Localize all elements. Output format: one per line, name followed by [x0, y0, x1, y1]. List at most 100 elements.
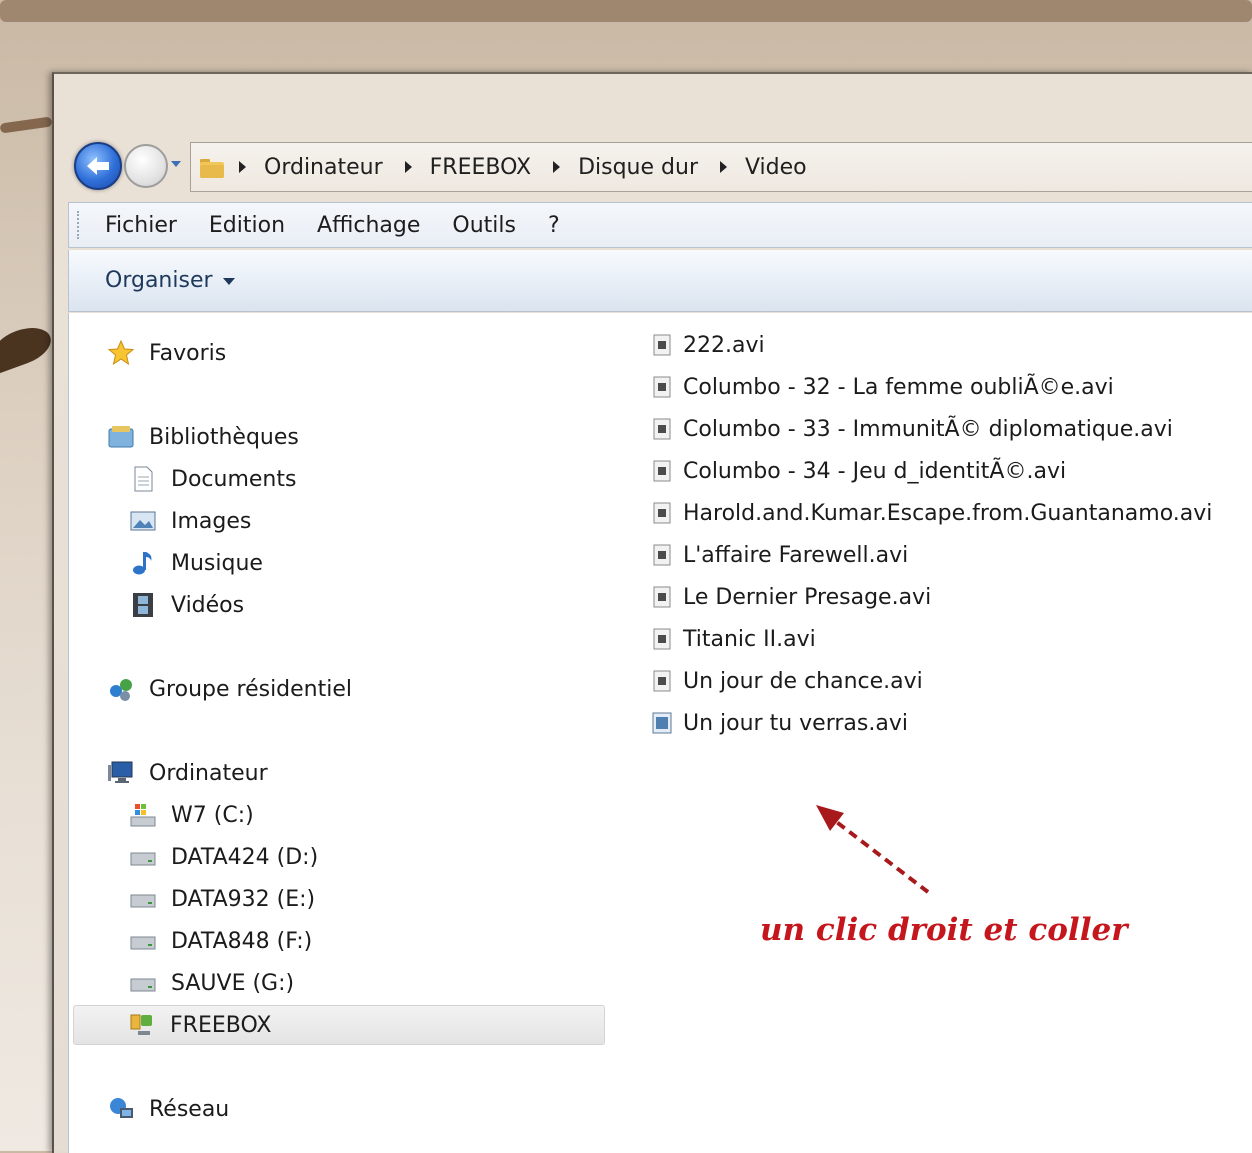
video-file-icon [653, 460, 671, 482]
hard-drive-icon [130, 894, 156, 908]
menu-grip [77, 211, 83, 239]
menu-affichage[interactable]: Affichage [317, 213, 420, 238]
nav-label: Bibliothèques [149, 424, 299, 450]
explorer-window: Ordinateur FREEBOX Disque dur Video Fich… [52, 72, 1252, 1153]
file-name: Un jour tu verras.avi [683, 710, 908, 736]
breadcrumb-label[interactable]: FREEBOX [430, 155, 531, 180]
file-item[interactable]: Un jour tu verras.avi [651, 703, 908, 743]
nav-drive-f[interactable]: DATA848 (F:) [129, 921, 312, 961]
nav-images[interactable]: Images [129, 501, 251, 541]
video-file-icon [653, 544, 671, 566]
nav-videos[interactable]: Vidéos [129, 585, 244, 625]
back-button[interactable] [74, 142, 122, 190]
menu-help[interactable]: ? [548, 213, 560, 238]
nav-label: Favoris [149, 340, 227, 366]
breadcrumb-arrow-icon[interactable] [553, 161, 561, 173]
video-file-icon [653, 628, 671, 650]
organize-label: Organiser [105, 268, 213, 293]
nav-computer[interactable]: Ordinateur [107, 753, 268, 793]
nav-label: Documents [171, 466, 297, 492]
nav-drive-g[interactable]: SAUVE (G:) [129, 963, 294, 1003]
breadcrumb-label[interactable]: Disque dur [578, 155, 698, 180]
network-icon [110, 1098, 133, 1118]
video-file-icon [653, 586, 671, 608]
nav-label: Images [171, 508, 252, 534]
history-dropdown-icon[interactable] [168, 156, 184, 172]
file-list-pane[interactable]: 222.avi Columbo - 32 - La femme oubliÃ©e… [611, 313, 1252, 1153]
breadcrumb-arrow-icon[interactable] [719, 161, 727, 173]
nav-label: SAUVE (G:) [171, 970, 295, 996]
nav-libraries[interactable]: Bibliothèques [107, 417, 299, 457]
breadcrumb-label[interactable]: Ordinateur [264, 155, 383, 180]
file-name: Columbo - 32 - La femme oubliÃ©e.avi [683, 374, 1114, 400]
computer-icon [108, 761, 133, 783]
file-name: Harold.and.Kumar.Escape.from.Guantanamo.… [683, 500, 1213, 526]
nav-homegroup[interactable]: Groupe résidentiel [107, 669, 352, 709]
network-drive-icon [130, 1014, 152, 1035]
music-note-icon [133, 552, 152, 575]
nav-favorites[interactable]: Favoris [107, 333, 226, 373]
arrow-left-icon [87, 157, 109, 175]
libraries-icon [108, 426, 134, 448]
file-name: L'affaire Farewell.avi [683, 542, 909, 568]
breadcrumb-item[interactable]: FREEBOX [383, 155, 531, 180]
file-item[interactable]: Columbo - 33 - ImmunitÃ© diplomatique.av… [651, 409, 1173, 449]
homegroup-icon [110, 679, 132, 701]
menu-edition[interactable]: Edition [209, 213, 285, 238]
document-icon [134, 466, 153, 492]
annotation-caption: un clic droit et coller [760, 912, 1128, 948]
nav-documents[interactable]: Documents [129, 459, 296, 499]
nav-label: DATA424 (D:) [171, 844, 319, 870]
nav-label: Musique [171, 550, 263, 576]
file-item[interactable]: Le Dernier Presage.avi [651, 577, 931, 617]
address-bar[interactable]: Ordinateur FREEBOX Disque dur Video [190, 142, 1252, 192]
menu-bar: Fichier Edition Affichage Outils ? [68, 202, 1252, 248]
video-file-icon [653, 418, 671, 440]
folder-icon [200, 159, 224, 178]
file-name: Columbo - 34 - Jeu d_identitÃ©.avi [683, 458, 1067, 484]
file-item[interactable]: Columbo - 34 - Jeu d_identitÃ©.avi [651, 451, 1066, 491]
breadcrumb-item[interactable]: Ordinateur [239, 155, 383, 180]
breadcrumb-item[interactable]: Video [698, 155, 807, 180]
organize-button[interactable]: Organiser [105, 268, 235, 293]
picture-icon [130, 511, 156, 531]
file-item[interactable]: 222.avi [651, 325, 765, 365]
menu-outils[interactable]: Outils [452, 213, 516, 238]
breadcrumb-label[interactable]: Video [745, 155, 807, 180]
nav-drive-c[interactable]: W7 (C:) [129, 795, 254, 835]
file-item[interactable]: Un jour de chance.avi [651, 661, 923, 701]
nav-network[interactable]: Réseau [107, 1089, 229, 1129]
wallpaper-branch [0, 0, 1252, 22]
file-name: Un jour de chance.avi [683, 668, 923, 694]
media-file-icon [652, 712, 672, 734]
breadcrumb-arrow-icon[interactable] [404, 161, 412, 173]
wallpaper-branch [0, 116, 53, 134]
file-item[interactable]: L'affaire Farewell.avi [651, 535, 908, 575]
nav-label: Réseau [149, 1096, 230, 1122]
nav-label: Groupe résidentiel [149, 676, 353, 702]
wallpaper-leaf [0, 320, 57, 374]
file-name: 222.avi [683, 332, 765, 358]
menu-fichier[interactable]: Fichier [105, 213, 177, 238]
file-item[interactable]: Columbo - 32 - La femme oubliÃ©e.avi [651, 367, 1114, 407]
file-item[interactable]: Harold.and.Kumar.Escape.from.Guantanamo.… [651, 493, 1212, 533]
nav-drive-e[interactable]: DATA932 (E:) [129, 879, 315, 919]
nav-music[interactable]: Musique [129, 543, 263, 583]
annotation-arrow-icon [816, 805, 930, 894]
video-file-icon [653, 670, 671, 692]
nav-label: DATA932 (E:) [171, 886, 316, 912]
hard-drive-icon [130, 978, 156, 992]
nav-freebox[interactable]: FREEBOX [73, 1005, 605, 1045]
forward-button[interactable] [124, 144, 168, 188]
chevron-down-icon [222, 278, 235, 285]
file-item[interactable]: Titanic II.avi [651, 619, 816, 659]
command-bar: Organiser [68, 250, 1252, 312]
hard-drive-icon [130, 852, 156, 866]
nav-drive-d[interactable]: DATA424 (D:) [129, 837, 318, 877]
nav-label: FREEBOX [170, 1012, 272, 1038]
breadcrumb-arrow-icon[interactable] [239, 161, 246, 173]
file-name: Titanic II.avi [683, 626, 816, 652]
breadcrumb-item[interactable]: Disque dur [531, 155, 698, 180]
hard-drive-icon [130, 936, 156, 950]
video-file-icon [653, 376, 671, 398]
